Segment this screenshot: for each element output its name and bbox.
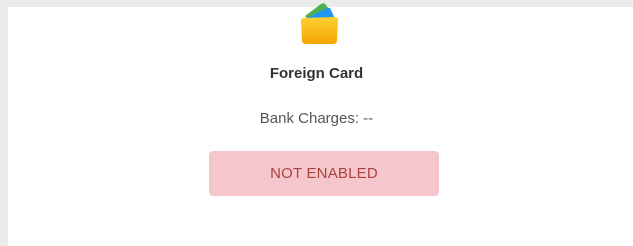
status-badge: NOT ENABLED [209,151,439,196]
payment-method-title: Foreign Card [269,65,364,82]
card-wallet-icon [291,0,343,46]
status-label: NOT ENABLED [270,165,378,182]
bank-charges-label: Bank Charges: -- [259,110,374,127]
